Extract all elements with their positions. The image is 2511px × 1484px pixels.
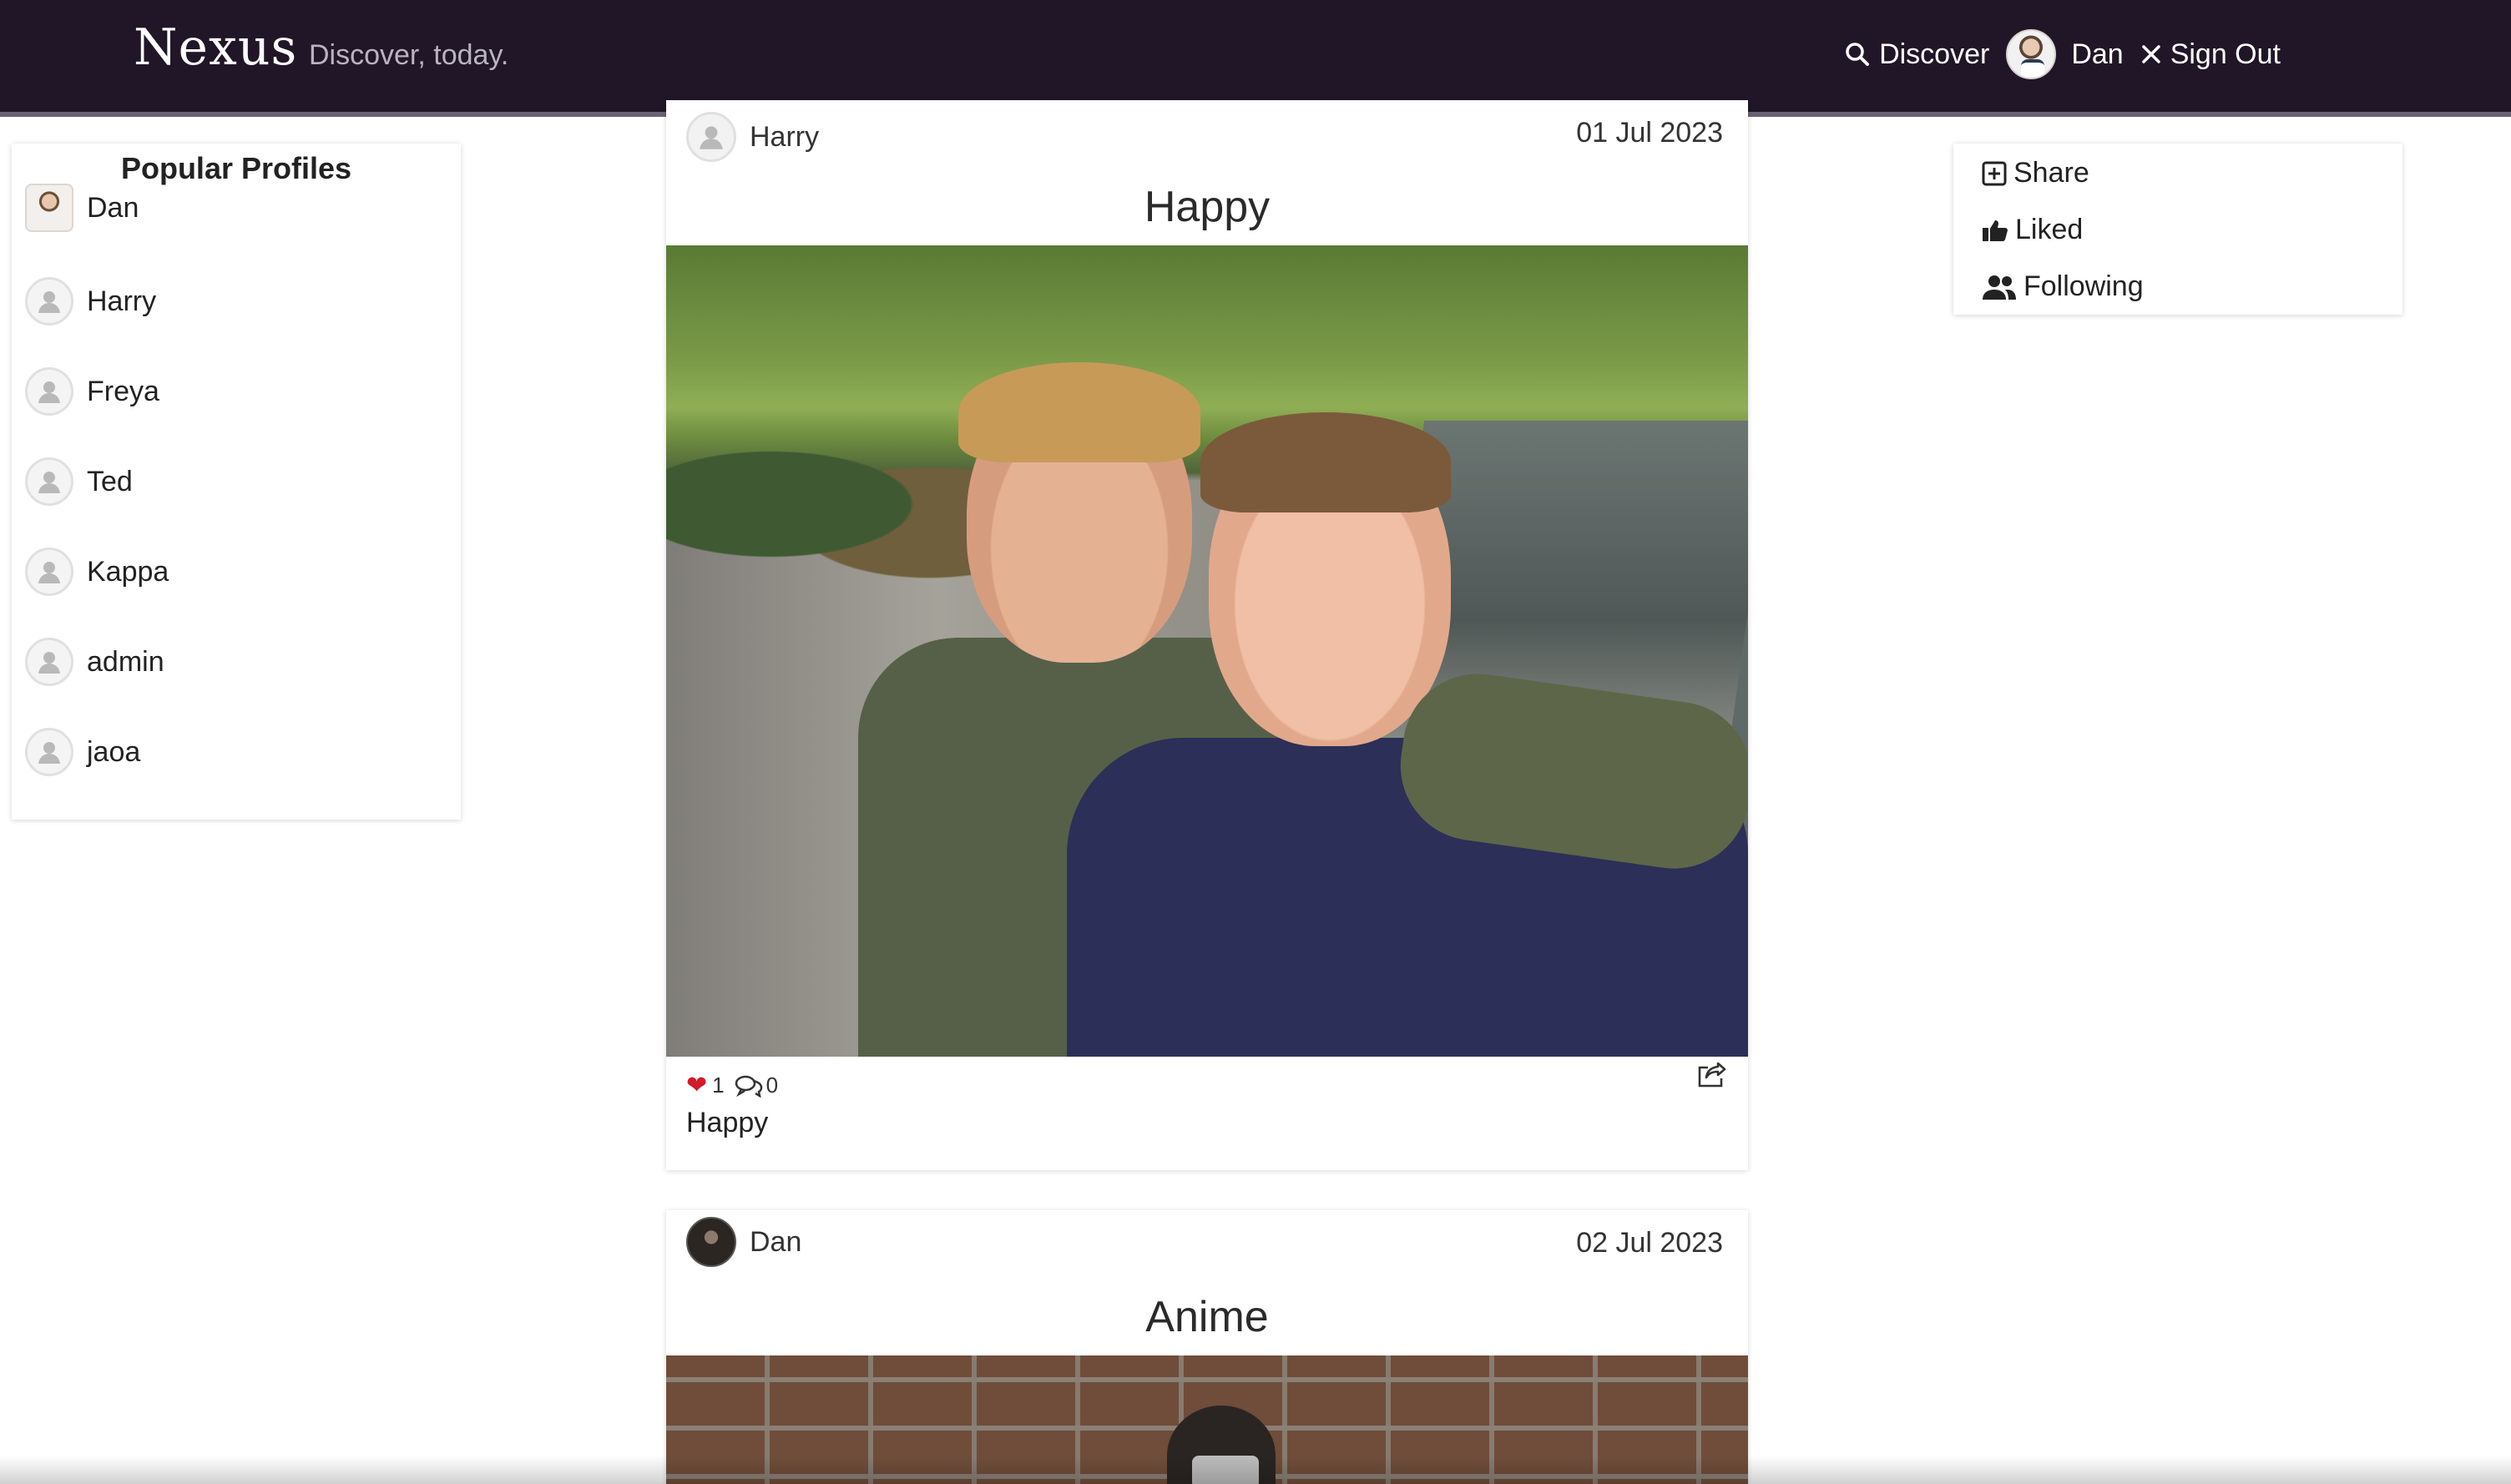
- post-photo[interactable]: [666, 245, 1748, 1057]
- popular-profiles-title: Popular Profiles: [120, 151, 352, 185]
- brand-logo[interactable]: Nexus: [134, 18, 297, 77]
- comment-count: 0: [765, 1073, 779, 1098]
- share-icon[interactable]: [1696, 1060, 1728, 1094]
- feed-menu-card: Share Liked Following: [1953, 144, 2402, 315]
- profile-item-dan[interactable]: Dan: [25, 184, 139, 232]
- user-name: Dan: [2071, 38, 2124, 70]
- heart-icon[interactable]: ❤: [686, 1071, 707, 1100]
- photo-person-right: [1017, 412, 1748, 1057]
- like-count: 1: [712, 1073, 725, 1098]
- post-stats: ❤ 1 0: [686, 1071, 778, 1100]
- profile-item-admin[interactable]: admin: [25, 638, 164, 686]
- menu-item-share[interactable]: Share: [1982, 157, 2089, 189]
- user-profile-link[interactable]: Dan: [2006, 29, 2124, 79]
- post-date: 02 Jul 2023: [1576, 1227, 1723, 1259]
- profile-item-jaoa[interactable]: jaoa: [25, 728, 140, 776]
- search-icon: [1844, 41, 1871, 68]
- post-author[interactable]: Dan: [686, 1217, 801, 1267]
- discover-link[interactable]: Discover: [1844, 38, 1989, 71]
- menu-following-label: Following: [2023, 270, 2144, 302]
- avatar: [25, 184, 73, 232]
- profile-name: Dan: [87, 191, 139, 224]
- menu-liked-label: Liked: [2015, 214, 2084, 245]
- post-title: Anime: [1145, 1293, 1269, 1341]
- profile-item-ted[interactable]: Ted: [25, 457, 133, 506]
- post-card: Harry 01 Jul 2023 Happy ❤ 1 0 Happy: [666, 100, 1748, 1170]
- user-icon: [25, 367, 73, 416]
- profile-name: Harry: [87, 285, 157, 317]
- profile-name: Ted: [87, 465, 133, 497]
- close-icon: [2140, 43, 2162, 65]
- profile-item-harry[interactable]: Harry: [25, 277, 156, 326]
- signout-link[interactable]: Sign Out: [2140, 38, 2281, 71]
- top-navbar: Nexus Discover, today. Discover Dan Sign…: [0, 0, 2511, 117]
- user-icon: [25, 548, 73, 596]
- user-icon: [686, 112, 736, 162]
- user-icon: [25, 457, 73, 506]
- user-icon: [25, 277, 73, 326]
- menu-item-liked[interactable]: Liked: [1982, 214, 2083, 246]
- brand-tagline: Discover, today.: [309, 39, 509, 71]
- post-date: 01 Jul 2023: [1576, 117, 1723, 149]
- popular-profiles-card: Popular Profiles Dan Harry Freya Ted Kap…: [12, 144, 461, 820]
- user-icon: [25, 728, 73, 776]
- comments-icon[interactable]: [735, 1074, 763, 1098]
- user-avatar: [2006, 29, 2057, 79]
- post-photo[interactable]: [666, 1355, 1748, 1484]
- profile-name: admin: [87, 645, 164, 678]
- users-icon: [1982, 274, 2017, 300]
- discover-label: Discover: [1879, 38, 1990, 70]
- thumbs-up-icon: [1982, 218, 2008, 243]
- post-title: Happy: [1144, 183, 1271, 231]
- profile-name: Kappa: [87, 555, 169, 588]
- profile-name: Freya: [87, 375, 159, 407]
- menu-share-label: Share: [2013, 157, 2089, 189]
- navbar-actions: Discover Dan Sign Out: [1844, 25, 2281, 83]
- profile-item-kappa[interactable]: Kappa: [25, 548, 169, 596]
- signout-label: Sign Out: [2170, 38, 2281, 70]
- avatar: [686, 1217, 736, 1267]
- profile-name: jaoa: [87, 735, 141, 768]
- profile-item-freya[interactable]: Freya: [25, 367, 159, 416]
- post-author-name: Harry: [750, 120, 820, 153]
- user-icon: [25, 638, 73, 686]
- post-caption: Happy: [686, 1107, 769, 1138]
- post-author[interactable]: Harry: [686, 112, 819, 162]
- menu-item-following[interactable]: Following: [1982, 270, 2144, 303]
- post-card: Dan 02 Jul 2023 Anime: [666, 1210, 1748, 1484]
- plus-square-icon: [1982, 161, 2007, 186]
- post-author-name: Dan: [750, 1225, 802, 1258]
